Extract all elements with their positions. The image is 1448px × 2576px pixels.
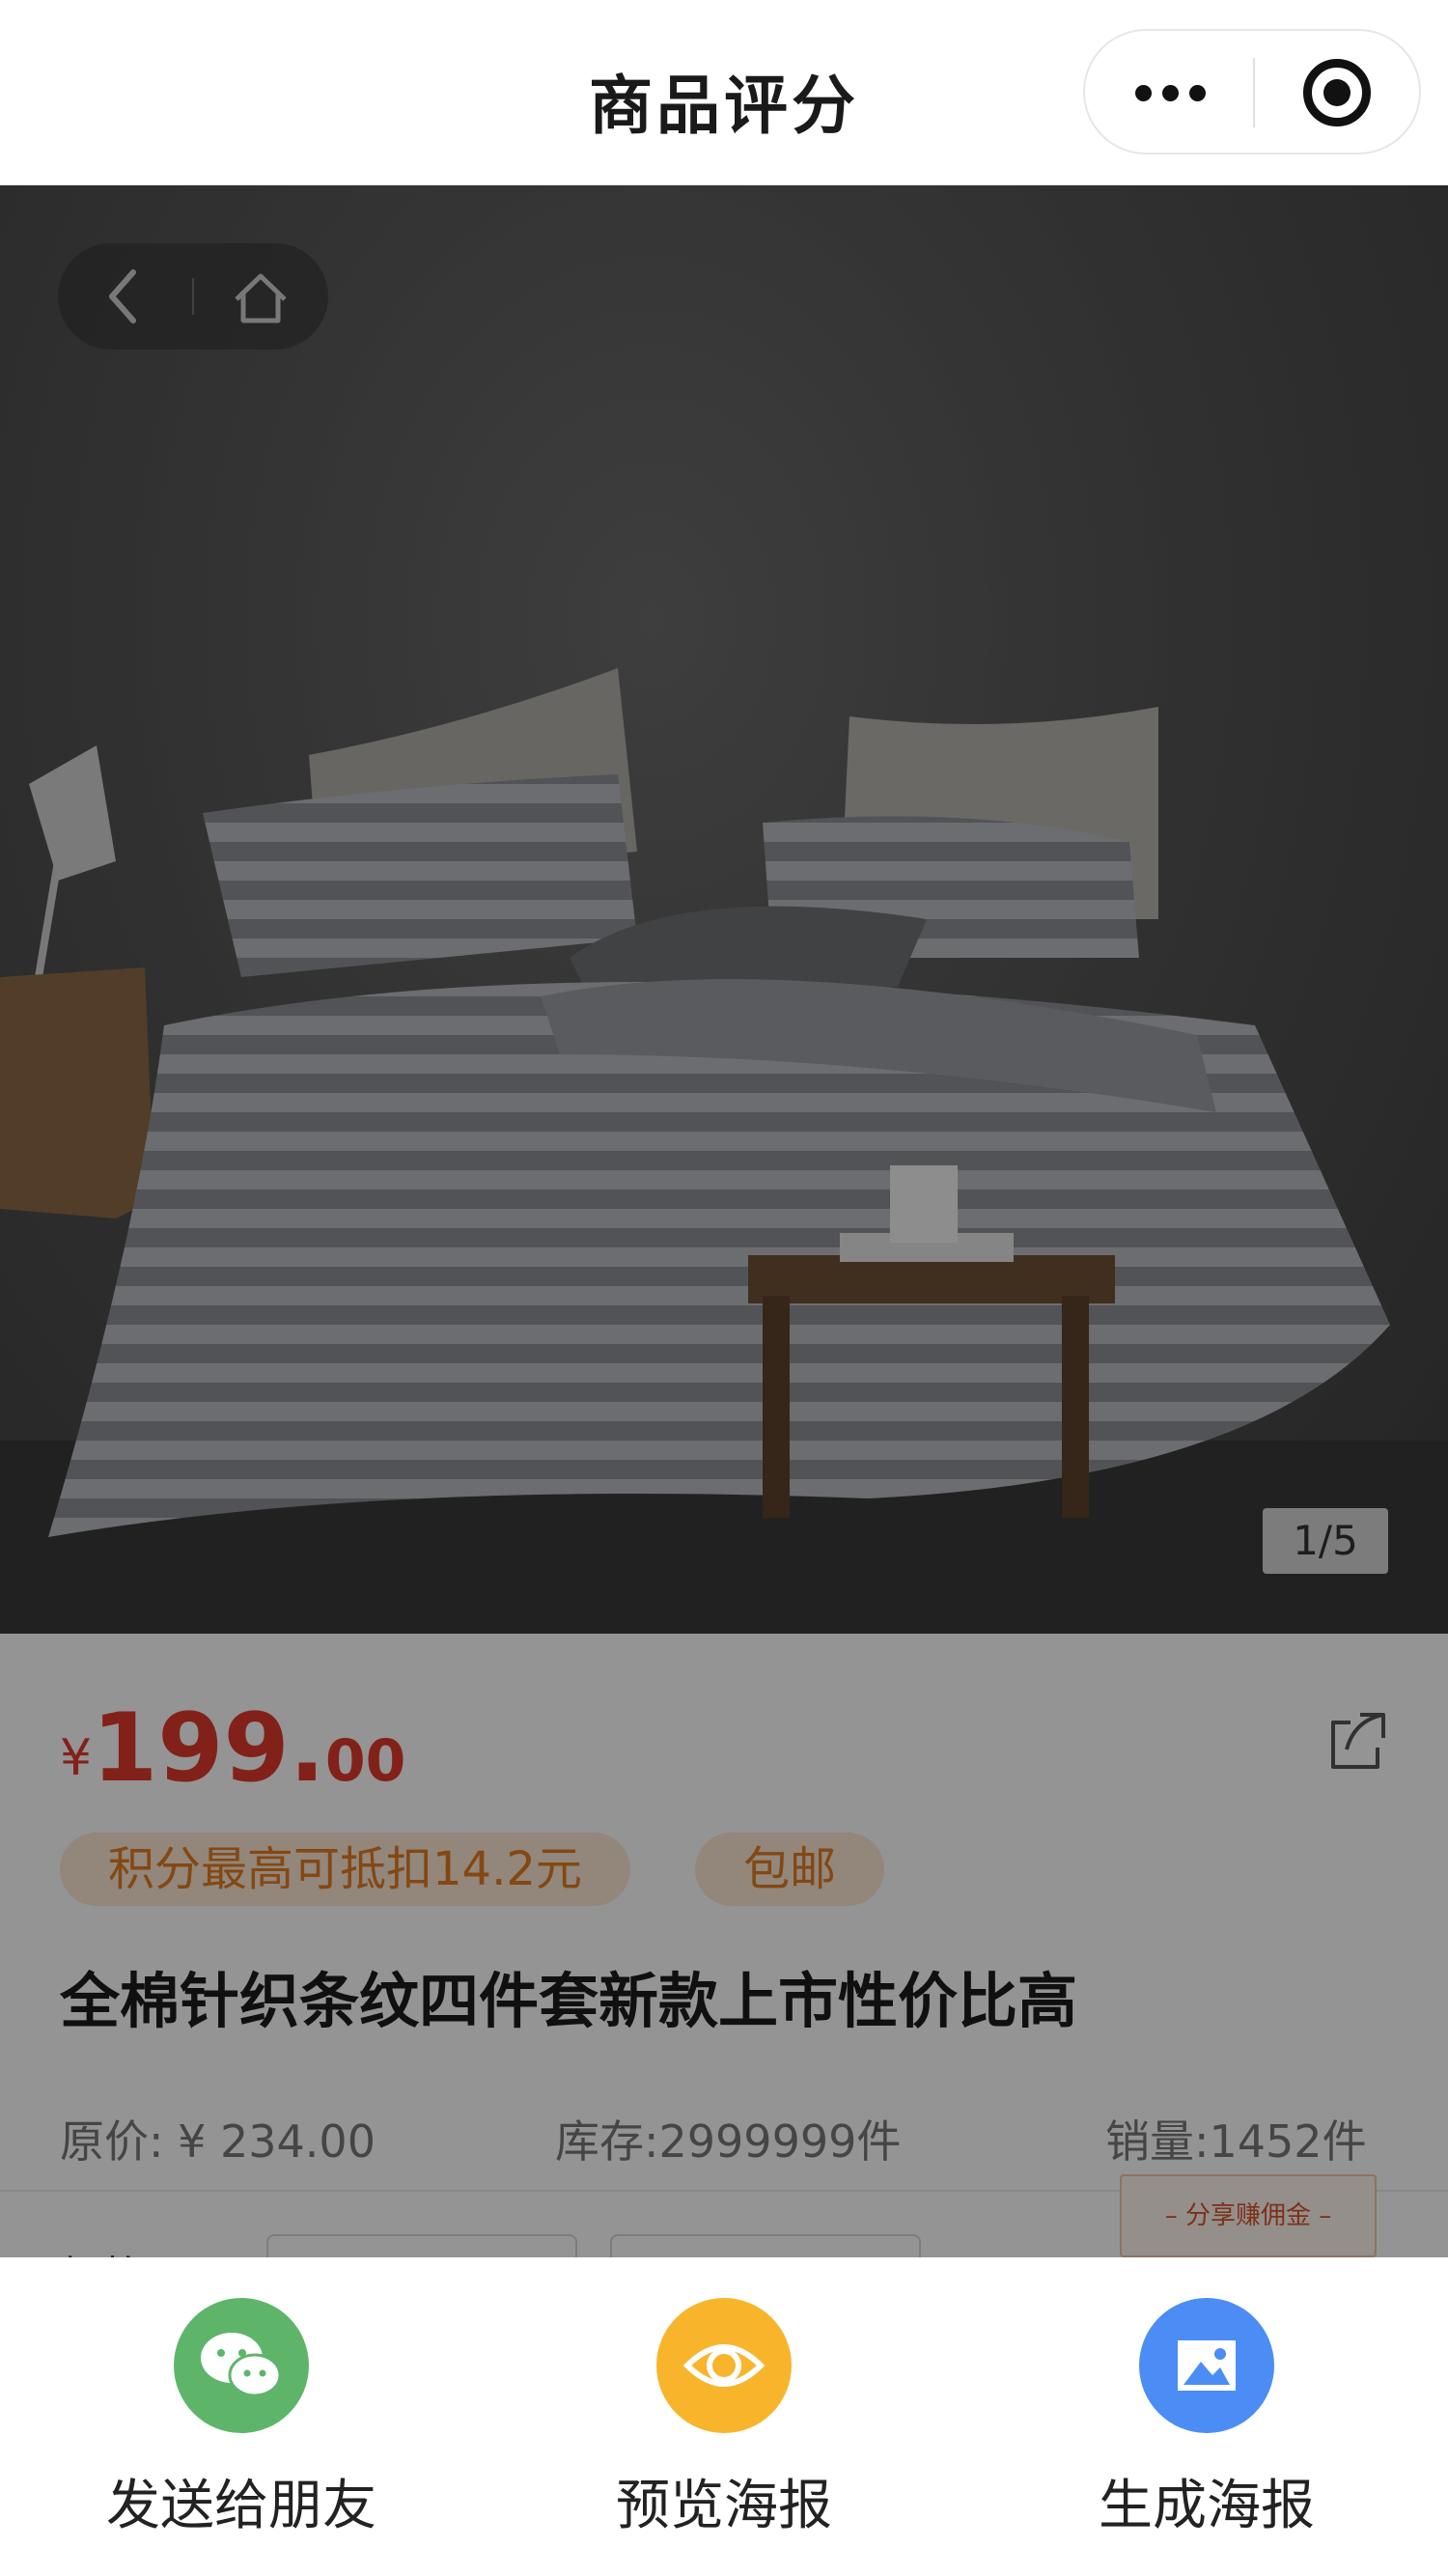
send-to-friend-label: 发送给朋友: [106, 2475, 376, 2537]
screen: 商品评分 1/5 ¥199.00 积分最高可抵扣14.2元 包邮 全棉针织条纹四…: [0, 0, 1448, 2576]
modal-overlay[interactable]: [0, 185, 1448, 2257]
eye-icon: [656, 2298, 792, 2433]
nav-bar: 商品评分: [0, 0, 1448, 185]
wechat-icon: [174, 2298, 309, 2433]
more-options-button[interactable]: [1085, 31, 1253, 153]
preview-poster-label: 预览海报: [616, 2475, 832, 2537]
share-action-sheet: 发送给朋友 预览海报 生成海报: [0, 2257, 1448, 2576]
image-icon: [1139, 2298, 1274, 2433]
generate-poster-button[interactable]: 生成海报: [1004, 2298, 1409, 2549]
send-to-friend-button[interactable]: 发送给朋友: [39, 2298, 444, 2549]
preview-poster-button[interactable]: 预览海报: [521, 2298, 927, 2549]
miniprogram-capsule: [1083, 29, 1421, 154]
generate-poster-label: 生成海报: [1099, 2475, 1315, 2537]
close-miniprogram-button[interactable]: [1255, 31, 1421, 153]
